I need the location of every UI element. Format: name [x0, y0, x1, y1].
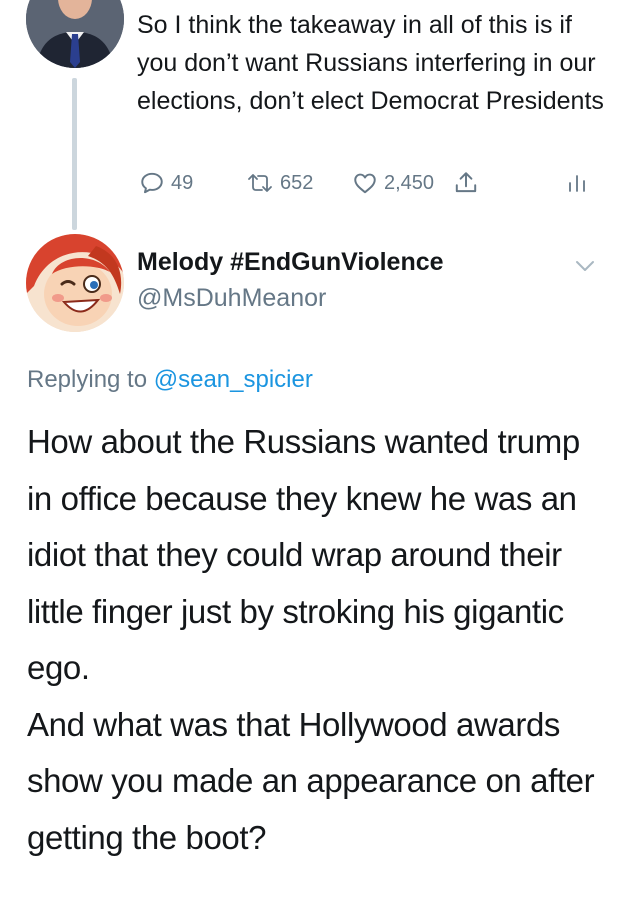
- replying-to-line: Replying to @sean_spicier: [27, 366, 313, 394]
- thread-connector-line: [72, 78, 77, 230]
- reply-paragraph-2: And what was that Hollywood awards show …: [27, 705, 595, 856]
- retweet-button[interactable]: 652: [246, 170, 313, 196]
- like-icon: [354, 173, 376, 194]
- analytics-icon: [569, 175, 585, 192]
- reply-tweet-text: How about the Russians wanted trump in o…: [27, 414, 607, 866]
- avatar-sean-spicier[interactable]: [26, 0, 124, 68]
- reply-icon: [141, 172, 163, 194]
- user-handle[interactable]: @MsDuhMeanor: [137, 284, 326, 313]
- reply-count: 49: [171, 171, 194, 194]
- retweet-icon: [248, 174, 272, 192]
- chevron-down-icon: [576, 261, 594, 271]
- like-count: 2,450: [384, 171, 435, 194]
- replying-prefix: Replying to: [27, 366, 148, 393]
- avatar-portrait-image: [26, 0, 124, 68]
- tweet-options-button[interactable]: [574, 258, 596, 279]
- share-button[interactable]: [453, 170, 479, 196]
- reply-paragraph-1: How about the Russians wanted trump in o…: [27, 423, 580, 686]
- avatar-cartoon-image: [26, 234, 124, 332]
- replying-to-mention-link[interactable]: @sean_spicier: [154, 366, 313, 393]
- retweet-count: 652: [280, 171, 314, 194]
- analytics-button[interactable]: [565, 170, 589, 196]
- reply-button[interactable]: 49: [139, 170, 193, 196]
- like-button[interactable]: 2,450: [352, 170, 434, 196]
- display-name[interactable]: Melody #EndGunViolence: [137, 248, 444, 277]
- share-icon: [455, 172, 477, 193]
- tweet-text: So I think the takeaway in all of this i…: [137, 11, 604, 115]
- avatar-msduhmeanor[interactable]: [26, 234, 124, 332]
